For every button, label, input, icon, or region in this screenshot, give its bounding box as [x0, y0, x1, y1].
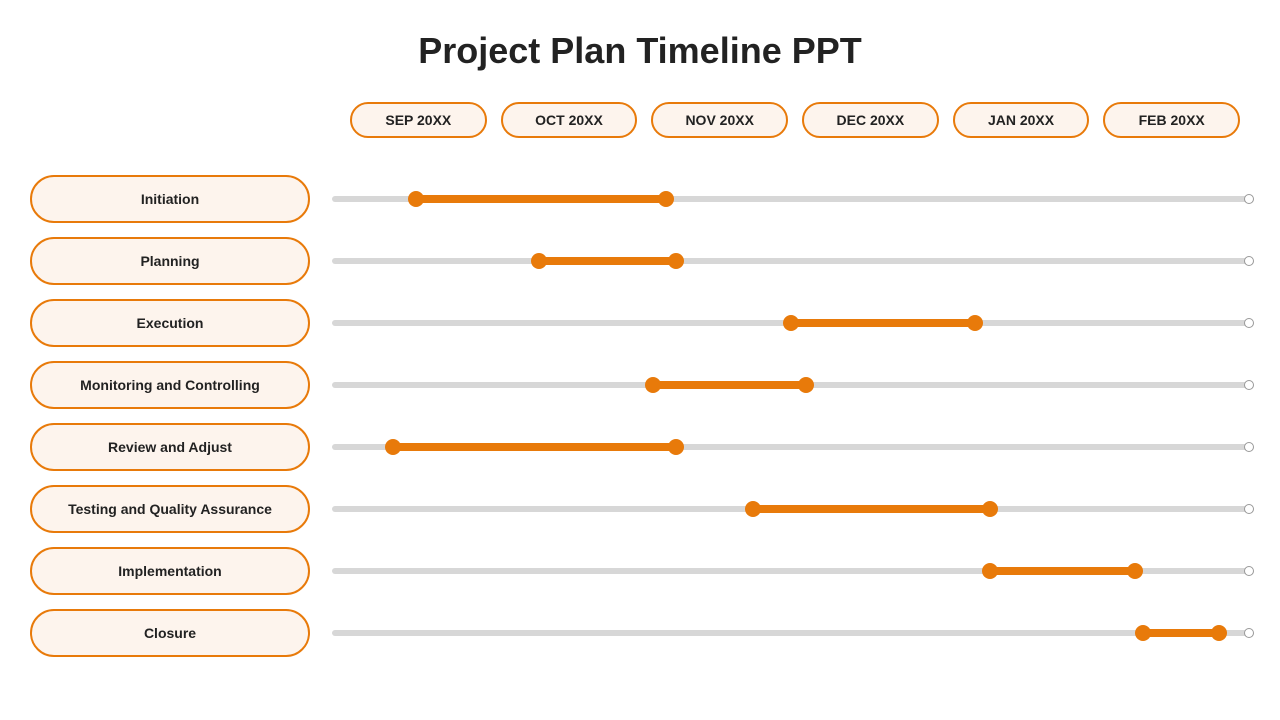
end-dot-icon — [982, 501, 998, 517]
start-dot-icon — [385, 439, 401, 455]
task-bar — [539, 257, 677, 265]
row-label: Monitoring and Controlling — [30, 361, 310, 409]
track-line — [332, 258, 1250, 264]
track — [332, 254, 1250, 268]
task-bar — [393, 443, 676, 451]
row-label: Testing and Quality Assurance — [30, 485, 310, 533]
gantt-row: Planning — [30, 230, 1250, 292]
end-dot-icon — [668, 439, 684, 455]
start-dot-icon — [645, 377, 661, 393]
start-dot-icon — [783, 315, 799, 331]
task-bar — [1143, 629, 1219, 637]
gantt-row: Execution — [30, 292, 1250, 354]
end-circle-icon — [1244, 318, 1254, 328]
gantt-row: Testing and Quality Assurance — [30, 478, 1250, 540]
task-bar — [416, 195, 665, 203]
gantt-row: Closure — [30, 602, 1250, 664]
task-bar — [990, 567, 1135, 575]
task-bar — [791, 319, 975, 327]
start-dot-icon — [1135, 625, 1151, 641]
month-pill: OCT 20XX — [501, 102, 638, 138]
track — [332, 316, 1250, 330]
track — [332, 378, 1250, 392]
end-dot-icon — [798, 377, 814, 393]
track — [332, 440, 1250, 454]
end-circle-icon — [1244, 380, 1254, 390]
row-label: Initiation — [30, 175, 310, 223]
end-dot-icon — [668, 253, 684, 269]
row-label: Review and Adjust — [30, 423, 310, 471]
end-circle-icon — [1244, 566, 1254, 576]
end-dot-icon — [1127, 563, 1143, 579]
month-pill: JAN 20XX — [953, 102, 1090, 138]
month-pill: NOV 20XX — [651, 102, 788, 138]
task-bar — [653, 381, 806, 389]
gantt-row: Implementation — [30, 540, 1250, 602]
month-pill: FEB 20XX — [1103, 102, 1240, 138]
month-pill: SEP 20XX — [350, 102, 487, 138]
gantt-rows-container: Initiation Planning Execution Monitoring an… — [30, 168, 1250, 664]
end-dot-icon — [1211, 625, 1227, 641]
row-label: Closure — [30, 609, 310, 657]
row-label: Planning — [30, 237, 310, 285]
track — [332, 564, 1250, 578]
start-dot-icon — [982, 563, 998, 579]
gantt-row: Initiation — [30, 168, 1250, 230]
row-label: Implementation — [30, 547, 310, 595]
end-circle-icon — [1244, 628, 1254, 638]
track-line — [332, 630, 1250, 636]
track — [332, 626, 1250, 640]
row-label: Execution — [30, 299, 310, 347]
start-dot-icon — [531, 253, 547, 269]
end-circle-icon — [1244, 504, 1254, 514]
gantt-chart: SEP 20XX OCT 20XX NOV 20XX DEC 20XX JAN 20XX… — [30, 102, 1250, 664]
start-dot-icon — [408, 191, 424, 207]
end-circle-icon — [1244, 194, 1254, 204]
gantt-row: Monitoring and Controlling — [30, 354, 1250, 416]
gantt-row: Review and Adjust — [30, 416, 1250, 478]
end-circle-icon — [1244, 442, 1254, 452]
end-circle-icon — [1244, 256, 1254, 266]
end-dot-icon — [967, 315, 983, 331]
month-pill: DEC 20XX — [802, 102, 939, 138]
month-header-row: SEP 20XX OCT 20XX NOV 20XX DEC 20XX JAN 20XX… — [30, 102, 1250, 138]
end-dot-icon — [658, 191, 674, 207]
month-pills-container: SEP 20XX OCT 20XX NOV 20XX DEC 20XX JAN 20XX… — [320, 102, 1250, 138]
page-title: Project Plan Timeline PPT — [30, 30, 1250, 72]
task-bar — [753, 505, 990, 513]
start-dot-icon — [745, 501, 761, 517]
track — [332, 192, 1250, 206]
track — [332, 502, 1250, 516]
